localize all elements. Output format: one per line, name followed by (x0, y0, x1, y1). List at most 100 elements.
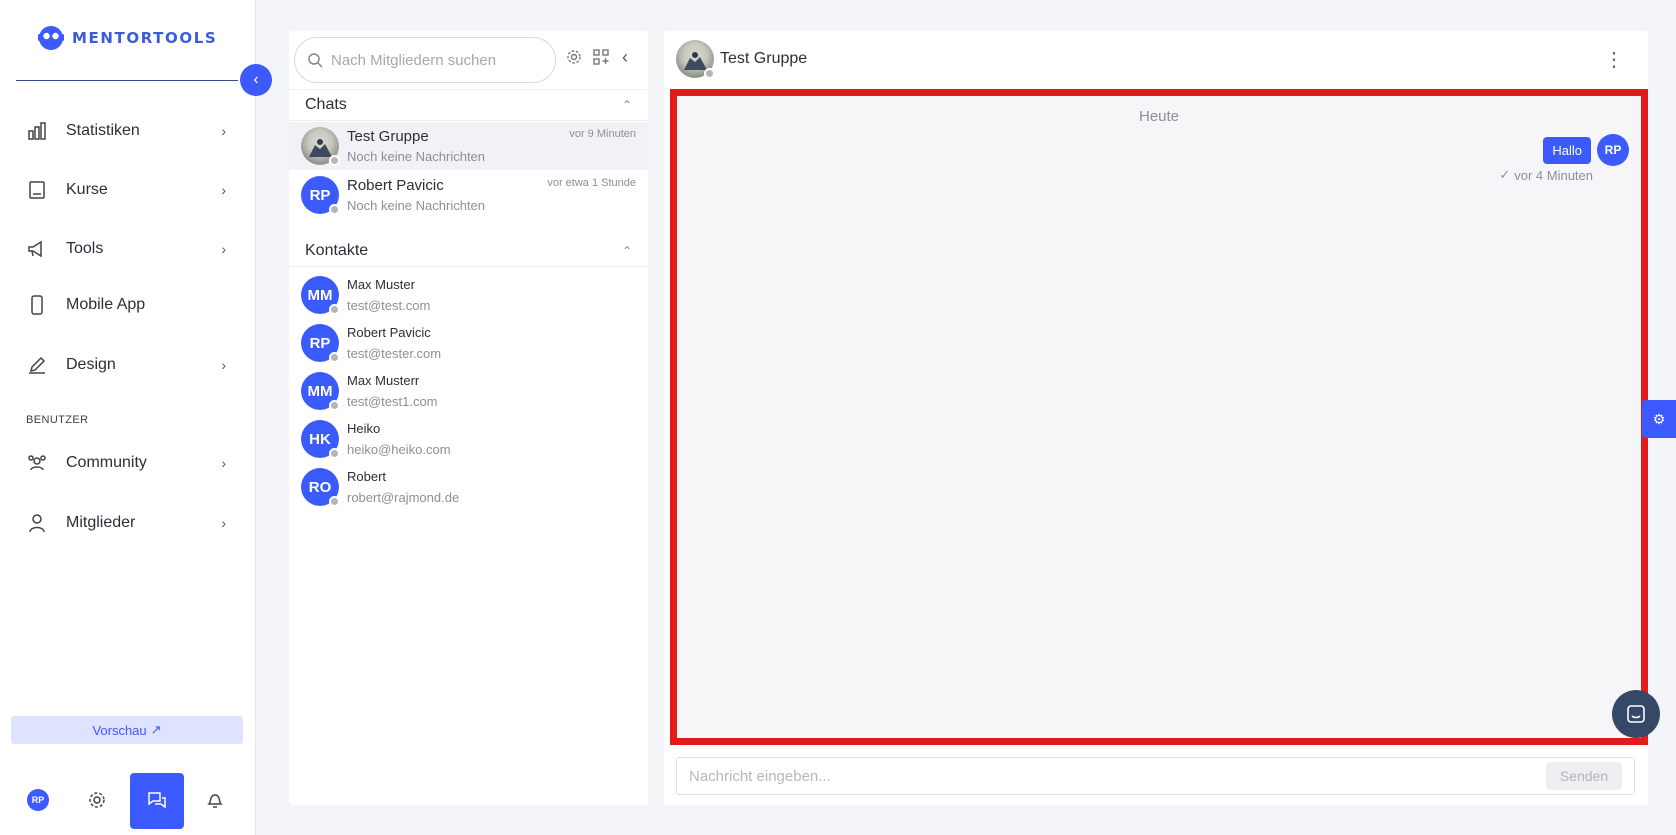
contact-email: heiko@heiko.com (347, 442, 451, 457)
gear-icon: ⚙ (1652, 410, 1666, 427)
contacts-section-header[interactable]: Kontakte ⌃ (289, 235, 648, 267)
help-chat-launcher[interactable] (1612, 690, 1660, 738)
gear-icon (567, 50, 581, 64)
avatar-initials: RO (308, 478, 332, 496)
message-composer: Senden (676, 757, 1635, 795)
avatar (301, 127, 340, 166)
chat-title: Test Gruppe (720, 50, 808, 67)
contact-email: test@test1.com (347, 394, 438, 409)
contact-email: test@test.com (347, 298, 431, 313)
megaphone-icon (26, 238, 48, 260)
grid-add-icon (593, 49, 609, 65)
settings-button[interactable] (564, 47, 584, 67)
contact-name: Max Musterr (347, 373, 420, 388)
add-group-button[interactable] (591, 47, 611, 67)
contact-name: Max Muster (347, 277, 415, 292)
more-options-button[interactable]: ⋮ (1604, 47, 1624, 71)
mobile-icon (26, 294, 48, 316)
chat-time: vor 9 Minuten (569, 128, 636, 140)
preview-label: Vorschau (92, 722, 147, 738)
chevron-right-icon: › (221, 455, 226, 471)
status-dot (329, 204, 340, 215)
avatar-initials: RP (309, 334, 331, 352)
contact-item[interactable]: MM Max Musterr test@test1.com (289, 367, 648, 415)
chat-button[interactable] (130, 773, 184, 829)
contact-item[interactable]: HK Heiko heiko@heiko.com (289, 415, 648, 463)
brand-logo[interactable]: MENTORTOOLS (36, 24, 217, 52)
chat-item-robert-pavicic[interactable]: RP Robert Pavicic Noch keine Nachrichten… (289, 171, 648, 219)
message-time: vor 4 Minuten (1514, 167, 1593, 183)
date-separator: Heute (1138, 108, 1180, 125)
chevron-up-icon: ⌃ (621, 97, 632, 112)
search-icon (308, 53, 323, 68)
avatar-initials: MM (307, 382, 333, 400)
section-title: Kontakte (305, 241, 369, 259)
edit-icon (26, 354, 48, 376)
chat-item-test-gruppe[interactable]: Test Gruppe Noch keine Nachrichten vor 9… (289, 122, 648, 170)
sidebar-item-statistiken[interactable]: Statistiken › (26, 116, 226, 146)
contact-item[interactable]: RO Robert robert@rajmond.de (289, 463, 648, 511)
status-dot (329, 496, 340, 507)
chats-section-header[interactable]: Chats ⌃ (289, 89, 648, 121)
settings-button[interactable] (79, 782, 115, 818)
message-area[interactable]: Heute Hallo RP ✓ vor 4 Minuten (670, 89, 1648, 745)
avatar[interactable] (676, 40, 715, 79)
status-dot (704, 68, 715, 79)
chevron-right-icon: › (221, 182, 226, 198)
sidebar-item-kurse[interactable]: Kurse › (26, 175, 226, 205)
collapse-panel-button[interactable]: ‹ (615, 47, 635, 67)
sidebar-item-label: Mobile App (66, 296, 146, 313)
sidebar-item-label: Community (66, 454, 147, 471)
contact-name: Heiko (347, 421, 381, 436)
gear-icon (89, 792, 105, 808)
message-meta: ✓ vor 4 Minuten (1499, 167, 1593, 183)
section-title: Chats (305, 95, 347, 113)
sidebar-item-label: Tools (66, 240, 104, 257)
profile-avatar-button[interactable]: RP (20, 782, 56, 818)
sidebar-item-mobile-app[interactable]: Mobile App (26, 290, 226, 320)
sidebar-item-design[interactable]: Design › (26, 350, 226, 380)
bell-icon (207, 794, 223, 808)
avatar: RP (27, 789, 49, 811)
avatar-initials: MM (307, 286, 333, 304)
contact-item[interactable]: RP Robert Pavicic test@tester.com (289, 319, 648, 367)
message-input[interactable] (689, 767, 1546, 785)
members-panel: ‹ Chats ⌃ Test Gruppe Noch keine Nachric… (289, 31, 648, 805)
chevron-up-icon: ⌃ (621, 243, 632, 258)
external-link-icon: ↗ (150, 722, 162, 737)
chevron-right-icon: › (221, 123, 226, 139)
chevron-right-icon: › (221, 515, 226, 531)
contact-name: Robert (347, 469, 387, 484)
member-search[interactable] (294, 37, 556, 83)
sidebar-item-tools[interactable]: Tools › (26, 234, 226, 264)
contact-email: robert@rajmond.de (347, 490, 460, 505)
sidebar-bottom-bar: RP (0, 770, 256, 834)
avatar: RO (301, 468, 340, 507)
status-dot (329, 304, 340, 315)
message-bubble[interactable]: Hallo (1543, 136, 1591, 164)
sidebar: MENTORTOOLS Statistiken › Kurse › Tools … (0, 0, 256, 835)
sidebar-item-label: Statistiken (66, 122, 140, 139)
chat-panel: Test Gruppe ⋮ Heute Hallo RP ✓ vor 4 Min… (664, 31, 1648, 805)
contact-item[interactable]: MM Max Muster test@test.com (289, 271, 648, 319)
status-dot (329, 155, 340, 166)
divider (16, 80, 238, 81)
side-widget-tab[interactable]: ⚙ (1642, 400, 1676, 438)
sidebar-item-community[interactable]: Community › (26, 448, 226, 478)
chevron-right-icon: › (221, 241, 226, 257)
search-input[interactable] (331, 51, 541, 69)
avatar: RP (301, 324, 340, 363)
sidebar-item-label: Mitglieder (66, 514, 136, 531)
avatar: RP (301, 176, 340, 215)
contact-email: test@tester.com (347, 346, 442, 361)
collapse-sidebar-button[interactable]: ‹ (240, 64, 272, 96)
notifications-button[interactable] (197, 782, 233, 818)
robot-logo-icon (38, 26, 64, 50)
chat-header: Test Gruppe ⋮ (664, 31, 1648, 87)
send-button[interactable]: Senden (1546, 762, 1622, 790)
preview-button[interactable]: Vorschau ↗ (11, 716, 243, 744)
section-label-benutzer: BENUTZER (26, 414, 89, 426)
sidebar-item-mitglieder[interactable]: Mitglieder › (26, 508, 226, 538)
avatar-initials: HK (309, 430, 331, 448)
chevron-left-icon: ‹ (253, 71, 259, 88)
